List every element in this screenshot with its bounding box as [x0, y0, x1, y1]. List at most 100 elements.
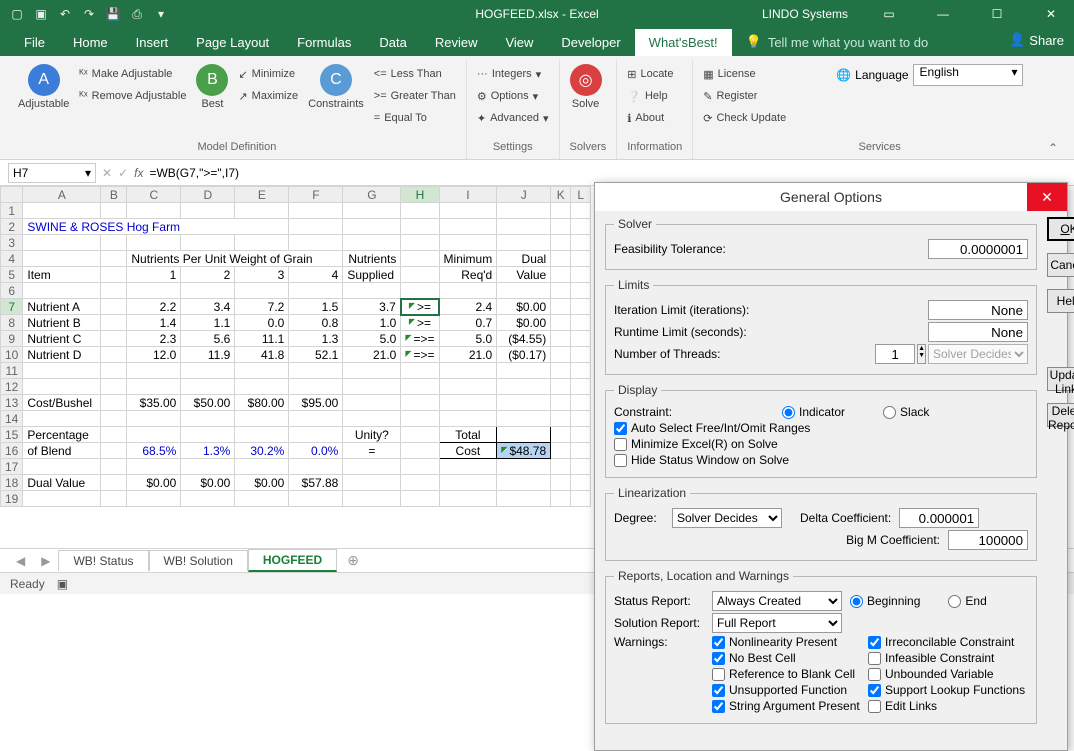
- cell[interactable]: 5.6: [181, 331, 235, 347]
- warn-irrec-check[interactable]: Irreconcilable Constraint: [868, 635, 1028, 649]
- qat-dropdown-icon[interactable]: ▾: [150, 3, 172, 25]
- col-header[interactable]: C: [127, 187, 181, 203]
- cell[interactable]: 5.0: [439, 331, 497, 347]
- spin-down-icon[interactable]: ▼: [918, 352, 925, 359]
- cell[interactable]: >=: [401, 315, 439, 331]
- status-report-select[interactable]: Always Created: [712, 591, 842, 611]
- runtime-input[interactable]: [928, 322, 1028, 342]
- cell[interactable]: 11.9: [181, 347, 235, 363]
- integers-menu[interactable]: ···Integers▾: [477, 64, 549, 84]
- cell[interactable]: 7.2: [235, 299, 289, 315]
- cell[interactable]: 4: [289, 267, 343, 283]
- cell[interactable]: 52.1: [289, 347, 343, 363]
- help-button[interactable]: ❔Help: [627, 86, 673, 106]
- col-header[interactable]: K: [551, 187, 571, 203]
- cell[interactable]: ($0.17): [497, 347, 551, 363]
- cell[interactable]: $0.00: [497, 315, 551, 331]
- cell[interactable]: Supplied: [343, 267, 401, 283]
- new-sheet-icon[interactable]: ⊕: [337, 552, 369, 569]
- cell[interactable]: 21.0: [343, 347, 401, 363]
- warn-nonlin-check[interactable]: Nonlinearity Present: [712, 635, 862, 649]
- macro-record-icon[interactable]: ▣: [57, 577, 68, 591]
- row-header[interactable]: 14: [1, 411, 23, 427]
- open-icon[interactable]: ▣: [30, 3, 52, 25]
- greaterthan-button[interactable]: >=Greater Than: [374, 86, 456, 106]
- update-links-button[interactable]: Update Links: [1047, 367, 1074, 391]
- cell[interactable]: Nutrient C: [23, 331, 101, 347]
- col-header[interactable]: B: [101, 187, 127, 203]
- cell[interactable]: Dual Value: [23, 475, 101, 491]
- ribbon-options-icon[interactable]: ▭: [866, 0, 912, 28]
- cell[interactable]: Item: [23, 267, 101, 283]
- solve-button[interactable]: ◎Solve: [570, 64, 602, 110]
- cell[interactable]: 12.0: [127, 347, 181, 363]
- cell[interactable]: Unity?: [343, 427, 401, 443]
- new-icon[interactable]: ▢: [6, 3, 28, 25]
- locate-button[interactable]: ⊞Locate: [627, 64, 673, 84]
- collapse-ribbon-icon[interactable]: ⌃: [1048, 141, 1058, 155]
- enter-formula-icon[interactable]: ✓: [118, 166, 128, 180]
- dialog-close-icon[interactable]: ✕: [1027, 183, 1067, 211]
- cell[interactable]: Dual: [497, 251, 551, 267]
- cell[interactable]: 0.8: [289, 315, 343, 331]
- cell[interactable]: Nutrients Per Unit Weight of Grain: [127, 251, 343, 267]
- warn-strarg-check[interactable]: String Argument Present: [712, 699, 862, 713]
- iteration-input[interactable]: [928, 300, 1028, 320]
- register-button[interactable]: ✎Register: [703, 86, 786, 106]
- best-button[interactable]: BBest: [196, 64, 228, 110]
- language-selector[interactable]: 🌐 Language English▾: [836, 64, 1022, 86]
- prev-sheet-icon[interactable]: ◀: [8, 554, 33, 568]
- delete-reports-button[interactable]: Delete Reports: [1047, 403, 1074, 427]
- end-radio[interactable]: End: [948, 594, 986, 608]
- cell[interactable]: Cost: [439, 443, 497, 459]
- cell[interactable]: $95.00: [289, 395, 343, 411]
- row-header[interactable]: 13: [1, 395, 23, 411]
- col-header[interactable]: G: [343, 187, 401, 203]
- bigm-input[interactable]: [948, 530, 1028, 550]
- row-header[interactable]: 17: [1, 459, 23, 475]
- tab-formulas[interactable]: Formulas: [283, 29, 365, 56]
- row-header[interactable]: 9: [1, 331, 23, 347]
- row-header[interactable]: 5: [1, 267, 23, 283]
- col-header[interactable]: E: [235, 187, 289, 203]
- cell[interactable]: 1.4: [127, 315, 181, 331]
- cell[interactable]: 0.0%: [289, 443, 343, 459]
- sheet-tab-active[interactable]: HOGFEED: [248, 549, 337, 572]
- minimize-excel-check[interactable]: Minimize Excel(R) on Solve: [614, 437, 1028, 451]
- save-as-icon[interactable]: ⎙: [126, 3, 148, 25]
- lessthan-button[interactable]: <=Less Than: [374, 64, 456, 84]
- cell[interactable]: Minimum: [439, 251, 497, 267]
- next-sheet-icon[interactable]: ▶: [33, 554, 58, 568]
- cell[interactable]: Cost/Bushel: [23, 395, 101, 411]
- warn-unbound-check[interactable]: Unbounded Variable: [868, 667, 1028, 681]
- warn-nobest-check[interactable]: No Best Cell: [712, 651, 862, 665]
- cell[interactable]: $50.00: [181, 395, 235, 411]
- advanced-menu[interactable]: ✦Advanced▾: [477, 108, 549, 128]
- dialog-title-bar[interactable]: General Options ✕: [595, 183, 1067, 211]
- cell[interactable]: Value: [497, 267, 551, 283]
- indicator-radio[interactable]: Indicator: [782, 405, 845, 419]
- cell[interactable]: Total: [439, 427, 497, 443]
- save-icon[interactable]: 💾: [102, 3, 124, 25]
- cell[interactable]: of Blend: [23, 443, 101, 459]
- tab-file[interactable]: File: [10, 29, 59, 56]
- warn-lookup-check[interactable]: Support Lookup Functions: [868, 683, 1028, 697]
- cell[interactable]: 1.0: [343, 315, 401, 331]
- feasibility-input[interactable]: [928, 239, 1028, 259]
- cell[interactable]: $57.88: [289, 475, 343, 491]
- redo-icon[interactable]: ↷: [78, 3, 100, 25]
- share-button[interactable]: 👤Share: [1009, 32, 1064, 48]
- constraints-button[interactable]: CConstraints: [308, 64, 364, 110]
- cell[interactable]: 1.3: [289, 331, 343, 347]
- close-icon[interactable]: ✕: [1028, 0, 1074, 28]
- row-header[interactable]: 11: [1, 363, 23, 379]
- cell[interactable]: Nutrient B: [23, 315, 101, 331]
- options-menu[interactable]: ⚙Options▾: [477, 86, 549, 106]
- cell[interactable]: 3: [235, 267, 289, 283]
- tab-insert[interactable]: Insert: [122, 29, 183, 56]
- row-header[interactable]: 1: [1, 203, 23, 219]
- about-button[interactable]: ℹAbout: [627, 108, 673, 128]
- cell[interactable]: 1: [127, 267, 181, 283]
- remove-adjustable-button[interactable]: ᴷˣRemove Adjustable: [79, 86, 186, 106]
- row-header[interactable]: 16: [1, 443, 23, 459]
